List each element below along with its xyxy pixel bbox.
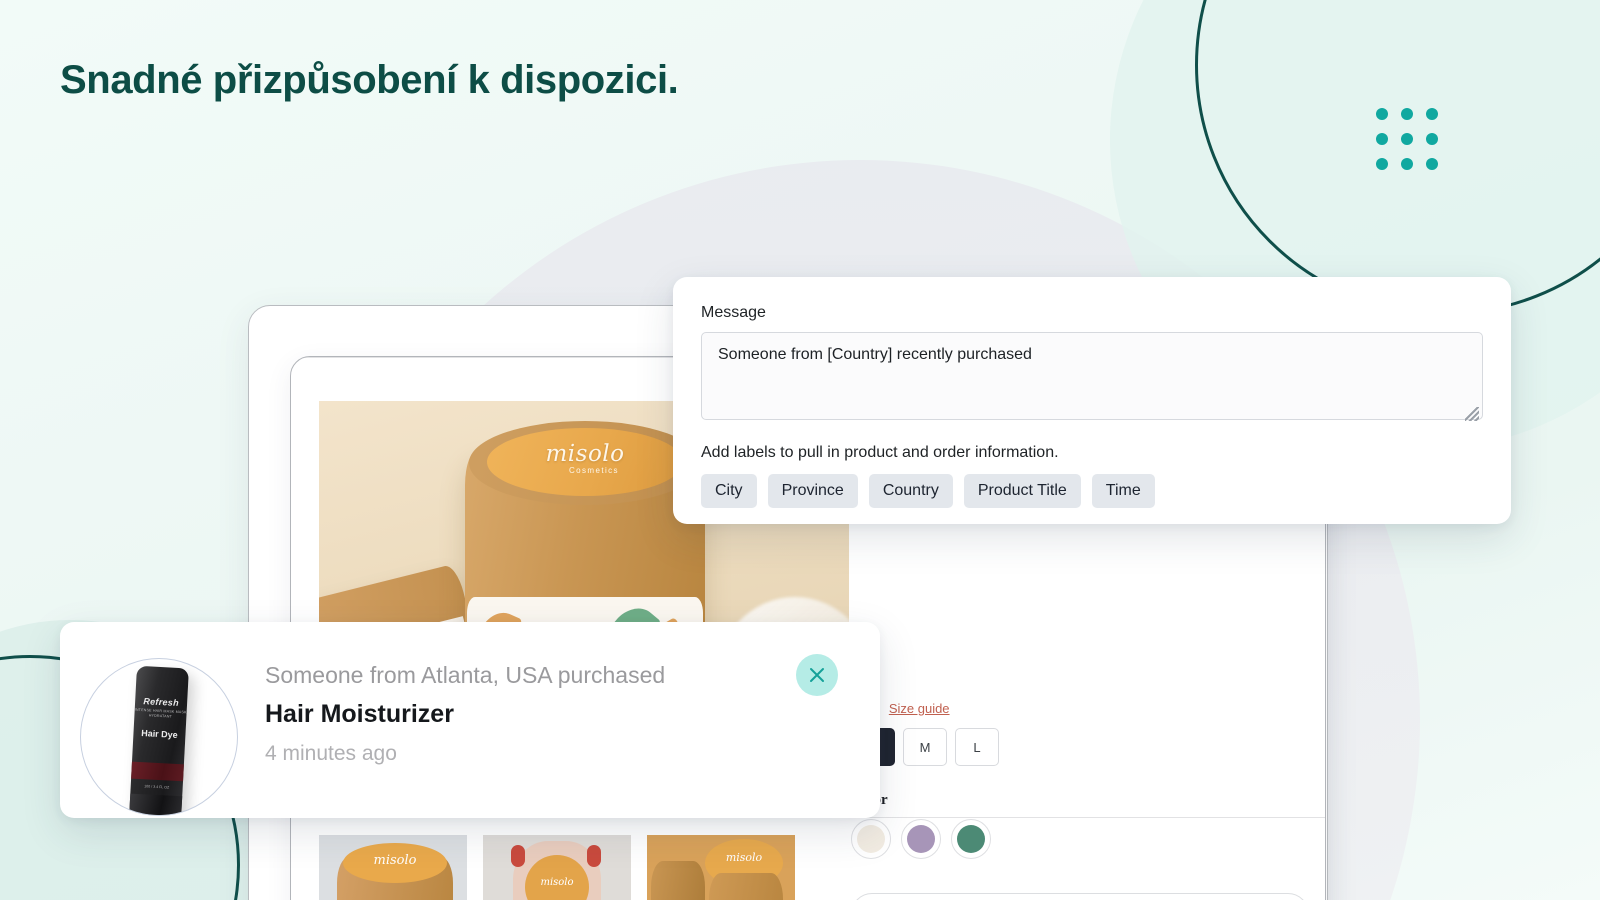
tube-brand-subtext: INTENSE HAIR MASK MASK HYDRATANT: [134, 707, 187, 719]
size-label-row: Size Size guide: [851, 701, 1309, 718]
tube-color-band: [131, 761, 184, 782]
color-option-row: [851, 819, 1309, 859]
gallery-brand-text: misolo: [545, 441, 625, 467]
page-title: Snadné přizpůsobení k dispozici.: [60, 58, 679, 102]
thumbnail-hand-holding-jar[interactable]: misolo: [483, 835, 631, 900]
message-textarea-wrapper: [701, 332, 1483, 425]
thumbnail-jar-top[interactable]: misolo: [319, 835, 467, 900]
gallery-brand-subtext: Cosmetics: [569, 466, 619, 475]
size-option-m[interactable]: M: [903, 728, 947, 766]
background-teal-ring-top-right: [1195, 0, 1600, 315]
size-option-row: S M L: [851, 728, 1309, 766]
chip-city[interactable]: City: [701, 474, 757, 508]
label-chip-row: City Province Country Product Title Time: [701, 474, 1483, 508]
labels-hint-text: Add labels to pull in product and order …: [701, 444, 1059, 461]
size-guide-link[interactable]: Size guide: [889, 701, 950, 716]
notification-headline: Someone from Atlanta, USA purchased: [265, 662, 666, 688]
tube-brand-text: Refresh: [143, 696, 180, 708]
tube-cap: [129, 793, 183, 815]
message-input[interactable]: [701, 332, 1483, 420]
dot-grid-icon: [1376, 108, 1438, 170]
notification-timestamp: 4 minutes ago: [265, 742, 397, 765]
notification-close-button[interactable]: [796, 654, 838, 696]
page-root: Snadné přizpůsobení k dispozici. misolo …: [0, 0, 1600, 900]
chip-time[interactable]: Time: [1091, 474, 1155, 508]
color-swatch-cream[interactable]: [851, 819, 891, 859]
chip-province[interactable]: Province: [767, 474, 858, 508]
chip-product-title[interactable]: Product Title: [963, 474, 1081, 508]
chip-country[interactable]: Country: [868, 474, 953, 508]
product-tube-image: Refresh INTENSE HAIR MASK MASK HYDRATANT…: [129, 665, 189, 815]
tube-product-name: Hair Dye: [140, 728, 178, 740]
close-icon: [810, 668, 824, 682]
message-field-label: Message: [701, 304, 766, 321]
color-swatch-lilac[interactable]: [901, 819, 941, 859]
tube-fine-print: 100 / 3.4 FL OZ: [144, 784, 170, 790]
color-swatch-green[interactable]: [951, 819, 991, 859]
product-thumbnail-row: misolo misolo misolo: [319, 835, 795, 900]
notification-avatar: Refresh INTENSE HAIR MASK MASK HYDRATANT…: [80, 658, 238, 816]
color-label-row: Color: [851, 792, 1309, 809]
notification-text-block: Someone from Atlanta, USA purchased Hair…: [265, 660, 765, 766]
size-option-l[interactable]: L: [955, 728, 999, 766]
notification-product-name: Hair Moisturizer: [265, 700, 454, 728]
message-settings-card: Message Add labels to pull in product an…: [673, 277, 1511, 524]
add-to-cart-button[interactable]: Add to Cart: [851, 893, 1309, 900]
thumbnail-two-jars[interactable]: misolo: [647, 835, 795, 900]
